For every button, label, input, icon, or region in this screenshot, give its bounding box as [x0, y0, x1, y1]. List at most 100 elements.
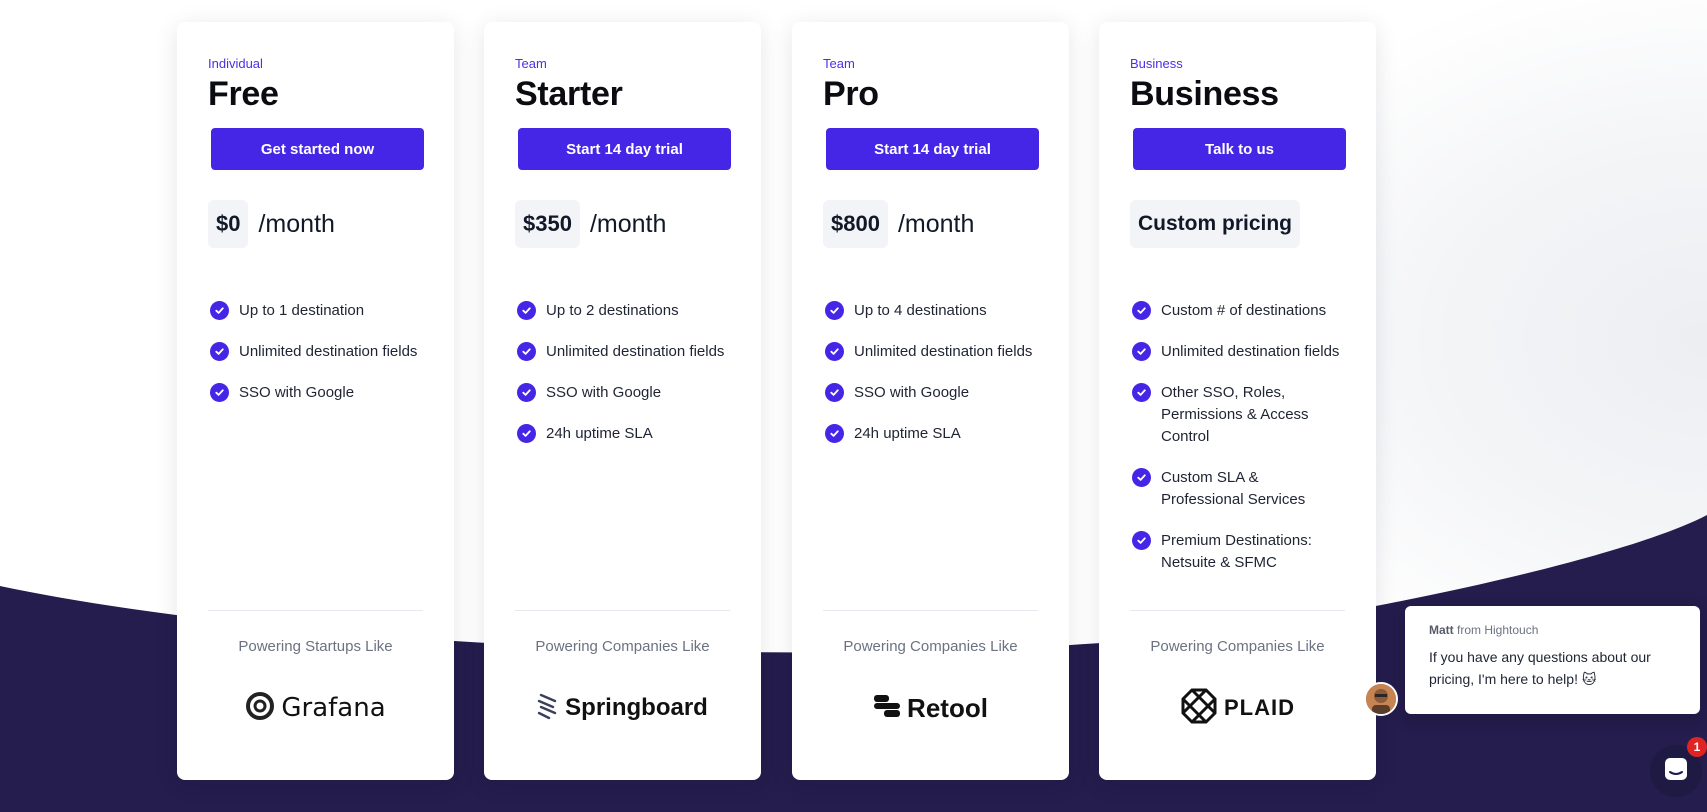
feature-text: Up to 4 destinations [854, 302, 987, 319]
check-icon [825, 301, 844, 320]
feature-item: 24h uptime SLA [515, 423, 730, 445]
check-icon [1132, 468, 1151, 487]
feature-list: Up to 2 destinations Unlimited destinati… [515, 300, 730, 445]
card-divider [823, 610, 1038, 611]
price-period: /month [258, 209, 335, 238]
feature-item: Custom SLA & Professional Services [1130, 467, 1345, 511]
check-icon [210, 301, 229, 320]
logo-text: Retool [907, 692, 988, 723]
feature-item: Unlimited destination fields [823, 341, 1038, 363]
feature-item: Premium Destinations: Netsuite & SFMC [1130, 530, 1345, 574]
logo-text: PLAID [1224, 695, 1295, 720]
start-trial-button[interactable]: Start 14 day trial [826, 128, 1039, 170]
chat-sender: Matt from Hightouch [1429, 623, 1680, 637]
check-icon [825, 424, 844, 443]
feature-text: Other SSO, Roles, Permissions & Access C… [1161, 384, 1309, 445]
feature-text: SSO with Google [546, 384, 662, 401]
feature-text: 24h uptime SLA [854, 425, 961, 442]
logo-text: Grafana [281, 693, 386, 723]
feature-text: Premium Destinations: Netsuite & SFMC [1161, 532, 1312, 571]
card-divider [208, 610, 423, 611]
plan-tier-label: Individual [208, 56, 263, 71]
talk-to-us-button[interactable]: Talk to us [1133, 128, 1346, 170]
feature-text: Unlimited destination fields [1161, 343, 1340, 360]
get-started-now-button[interactable]: Get started now [211, 128, 424, 170]
price-row: $800 /month [823, 200, 1038, 248]
check-icon [825, 342, 844, 361]
feature-text: SSO with Google [239, 384, 355, 401]
plan-name: Starter [515, 75, 623, 113]
plan-card-pro: Team Pro Start 14 day trial $800 /month … [792, 22, 1069, 780]
feature-item: SSO with Google [208, 382, 423, 404]
grafana-logo-icon [245, 691, 275, 726]
feature-item: Other SSO, Roles, Permissions & Access C… [1130, 382, 1345, 448]
feature-text: Custom SLA & Professional Services [1161, 469, 1306, 508]
avatar[interactable] [1364, 682, 1398, 716]
feature-item: Up to 1 destination [208, 300, 423, 322]
price-period: /month [897, 209, 975, 238]
plan-tier-label: Team [823, 56, 855, 71]
chat-sender-org: from Hightouch [1457, 623, 1539, 637]
price-row: $0 /month [208, 200, 423, 248]
check-icon [210, 383, 229, 402]
check-icon [1132, 342, 1151, 361]
unread-badge: 1 [1687, 737, 1707, 757]
feature-item: Up to 2 destinations [515, 300, 730, 322]
check-icon [210, 342, 229, 361]
chat-launcher-icon [1662, 755, 1690, 788]
chat-sender-name: Matt [1429, 623, 1454, 637]
check-icon [517, 301, 536, 320]
feature-text: Unlimited destination fields [239, 343, 418, 360]
check-icon [517, 342, 536, 361]
powering-caption: Powering Companies Like [535, 638, 710, 655]
feature-item: Custom # of destinations [1130, 300, 1345, 322]
check-icon [1132, 301, 1151, 320]
chat-message-text: If you have any questions about our pric… [1429, 649, 1651, 687]
feature-item: 24h uptime SLA [823, 423, 1038, 445]
price-amount: $800 [823, 200, 888, 248]
feature-item: Unlimited destination fields [515, 341, 730, 363]
feature-list: Up to 1 destination Unlimited destinatio… [208, 300, 423, 404]
plan-tier-label: Business [1130, 56, 1183, 71]
plaid-logo-icon [1180, 687, 1218, 730]
feature-item: Unlimited destination fields [208, 341, 423, 363]
check-icon [517, 383, 536, 402]
feature-item: SSO with Google [515, 382, 730, 404]
retool-logo-icon [873, 693, 901, 724]
powering-caption: Powering Companies Like [1150, 638, 1325, 655]
customer-logo: Springboard [484, 686, 761, 730]
check-icon [1132, 531, 1151, 550]
price-amount: Custom pricing [1130, 200, 1301, 248]
price-row: $350 /month [515, 200, 730, 248]
check-icon [1132, 383, 1151, 402]
customer-logo: Retool [792, 686, 1069, 730]
plan-tier-label: Team [515, 56, 547, 71]
customer-logo: PLAID [1099, 686, 1376, 730]
plan-card-starter: Team Starter Start 14 day trial $350 /mo… [484, 22, 761, 780]
start-trial-button[interactable]: Start 14 day trial [518, 128, 731, 170]
feature-text: Unlimited destination fields [546, 343, 725, 360]
feature-list: Custom # of destinations Unlimited desti… [1130, 300, 1345, 574]
chat-message-bubble[interactable]: Matt from Hightouch If you have any ques… [1405, 606, 1700, 714]
powering-caption: Powering Startups Like [238, 638, 393, 655]
plan-card-free: Individual Free Get started now $0 /mont… [177, 22, 454, 780]
powering-caption: Powering Companies Like [843, 638, 1018, 655]
card-divider [1130, 610, 1345, 611]
feature-text: SSO with Google [854, 384, 970, 401]
check-icon [517, 424, 536, 443]
feature-text: Up to 1 destination [239, 302, 365, 319]
customer-logo: Grafana [177, 686, 454, 730]
feature-item: Up to 4 destinations [823, 300, 1038, 322]
plan-card-business: Business Business Talk to us Custom pric… [1099, 22, 1376, 780]
plan-name: Business [1130, 75, 1279, 113]
price-period: /month [589, 209, 667, 238]
card-divider [515, 610, 730, 611]
feature-list: Up to 4 destinations Unlimited destinati… [823, 300, 1038, 445]
feature-text: Up to 2 destinations [546, 302, 679, 319]
price-amount: $0 [208, 200, 249, 248]
springboard-logo-icon [537, 691, 559, 726]
price-row: Custom pricing [1130, 200, 1345, 248]
feature-item: SSO with Google [823, 382, 1038, 404]
feature-item: Unlimited destination fields [1130, 341, 1345, 363]
feature-text: Custom # of destinations [1161, 302, 1327, 319]
